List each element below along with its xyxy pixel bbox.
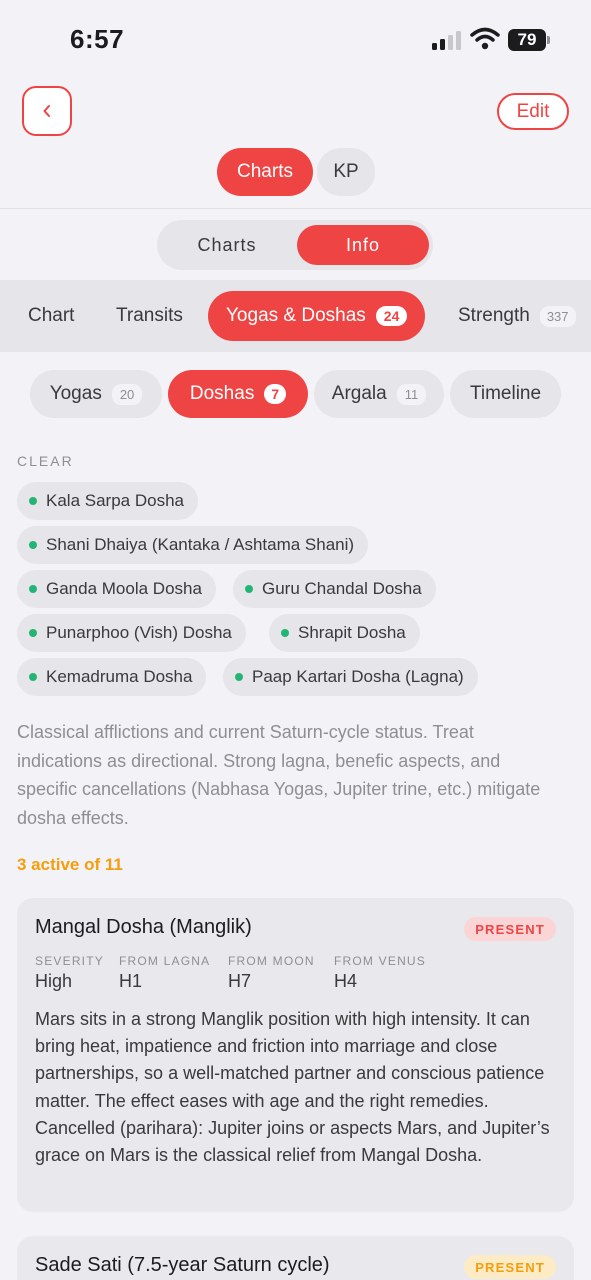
- tab-strength-count: 337: [539, 305, 576, 327]
- subtab-yogas-count: 20: [111, 383, 143, 405]
- status-badge: PRESENT: [464, 1255, 556, 1279]
- dosha-body: Mars sits in a strong Manglik position w…: [35, 1009, 550, 1166]
- active-count: 3 active of 11: [17, 855, 123, 874]
- dosha-card-mangal[interactable]: Mangal Dosha (Manglik) PRESENT SEVERITY …: [17, 898, 574, 1212]
- subtab-doshas-count: 7: [264, 384, 287, 404]
- view-switcher: Charts Info: [157, 220, 433, 270]
- tab-transits-label: Transits: [116, 305, 183, 326]
- mode-switcher: Charts KP: [217, 148, 375, 196]
- tab-charts-view[interactable]: Charts: [162, 225, 292, 265]
- from-moon-label: FROM MOON: [228, 954, 315, 968]
- wifi-icon: [470, 27, 500, 50]
- clear-status-dot: [29, 497, 37, 505]
- tab-strength[interactable]: Strength 337: [458, 291, 576, 341]
- chip-label: Kemadruma Dosha: [46, 667, 193, 686]
- clear-dosha-chip: Shani Dhaiya (Kantaka / Ashtama Shani): [17, 526, 369, 564]
- clear-dosha-chip: Paap Kartari Dosha (Lagna): [223, 658, 478, 696]
- tab-charts-mode[interactable]: Charts: [217, 148, 313, 196]
- dosha-title: Mangal Dosha (Manglik): [35, 916, 252, 938]
- clear-status-dot: [29, 585, 37, 593]
- subtab-yogas[interactable]: Yogas 20: [30, 370, 162, 418]
- tab-strength-label: Strength: [458, 305, 530, 326]
- chip-label: Guru Chandal Dosha: [262, 579, 422, 598]
- dosha-description: Classical afflictions and current Saturn…: [17, 722, 541, 829]
- status-time: 6:57: [70, 24, 125, 54]
- status-bar: 6:57 79: [0, 0, 591, 80]
- clear-dosha-chip: Shrapit Dosha: [269, 614, 420, 652]
- dosha-title: Sade Sati (7.5-year Saturn cycle): [35, 1254, 330, 1276]
- from-moon-value: H7: [228, 971, 252, 991]
- chip-label: Ganda Moola Dosha: [46, 579, 202, 598]
- clear-dosha-chip: Punarphoo (Vish) Dosha: [17, 614, 246, 652]
- dosha-card-sade-sati[interactable]: Sade Sati (7.5-year Saturn cycle) PRESEN…: [17, 1236, 574, 1280]
- subtab-argala-count: 11: [396, 383, 427, 405]
- battery-icon: 79: [508, 29, 546, 51]
- clear-dosha-chip: Guru Chandal Dosha: [233, 570, 436, 608]
- from-venus-value: H4: [334, 971, 358, 991]
- tab-yogas-doshas-label: Yogas & Doshas: [226, 305, 366, 326]
- severity-label: SEVERITY: [35, 954, 104, 968]
- edit-button[interactable]: Edit: [497, 93, 569, 130]
- chip-label: Paap Kartari Dosha (Lagna): [252, 667, 464, 686]
- subtab-timeline[interactable]: Timeline: [450, 370, 561, 418]
- subtab-argala-label: Argala: [331, 383, 387, 404]
- clear-status-dot: [235, 673, 243, 681]
- status-badge: PRESENT: [464, 917, 556, 941]
- tab-chart[interactable]: Chart: [28, 291, 74, 341]
- divider: [0, 208, 591, 209]
- from-venus-label: FROM VENUS: [334, 954, 427, 968]
- clear-status-dot: [245, 585, 253, 593]
- subtab-doshas-label: Doshas: [189, 383, 255, 404]
- from-lagna-label: FROM LAGNA: [119, 954, 211, 968]
- cellular-signal-icon: [432, 30, 462, 50]
- chip-label: Shani Dhaiya (Kantaka / Ashtama Shani): [46, 535, 355, 554]
- tab-info-view[interactable]: Info: [297, 225, 429, 265]
- tab-chart-label: Chart: [28, 305, 75, 326]
- tab-transits[interactable]: Transits: [116, 291, 183, 341]
- subtab-argala[interactable]: Argala 11: [314, 370, 444, 418]
- clear-section-title: CLEAR: [17, 453, 74, 469]
- clear-dosha-chip: Kemadruma Dosha: [17, 658, 207, 696]
- tab-kp-mode[interactable]: KP: [317, 148, 375, 196]
- chip-label: Shrapit Dosha: [298, 623, 406, 642]
- chevron-left-icon: [43, 105, 50, 117]
- main-tab-bar: Chart Transits Yogas & Doshas 24 Strengt…: [0, 280, 591, 352]
- clear-dosha-chip: Ganda Moola Dosha: [17, 570, 216, 608]
- chip-label: Punarphoo (Vish) Dosha: [46, 623, 232, 642]
- subtab-doshas[interactable]: Doshas 7: [168, 370, 308, 418]
- from-lagna-value: H1: [119, 971, 143, 991]
- clear-status-dot: [29, 541, 37, 549]
- tab-yogas-doshas[interactable]: Yogas & Doshas 24: [208, 291, 426, 341]
- severity-value: High: [35, 971, 73, 991]
- clear-dosha-chip: Kala Sarpa Dosha: [17, 482, 198, 520]
- subtab-timeline-label: Timeline: [469, 383, 542, 404]
- clear-status-dot: [29, 629, 37, 637]
- clear-status-dot: [29, 673, 37, 681]
- back-button[interactable]: [22, 86, 72, 136]
- subtab-yogas-label: Yogas: [49, 383, 102, 404]
- chip-label: Kala Sarpa Dosha: [46, 491, 184, 510]
- tab-yogas-doshas-count: 24: [375, 306, 408, 326]
- battery-tip: [547, 36, 550, 44]
- clear-status-dot: [281, 629, 289, 637]
